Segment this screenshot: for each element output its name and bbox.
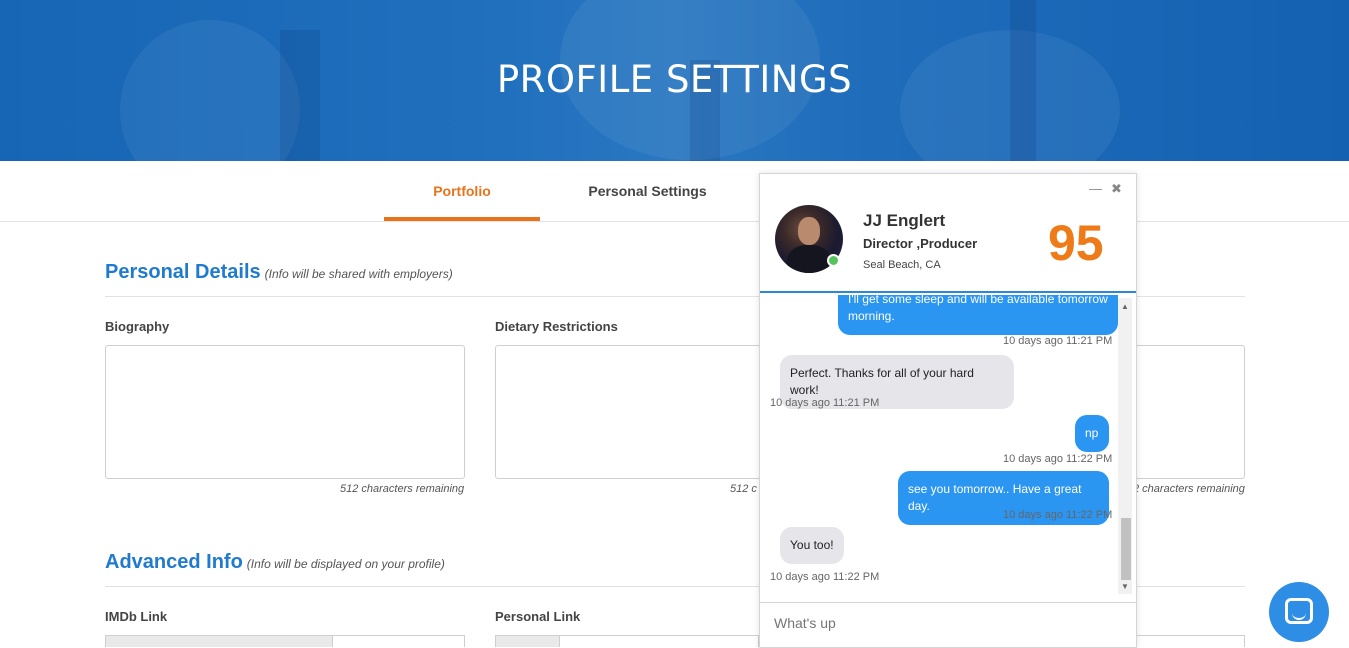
third-char-count: 2 characters remaining	[1133, 483, 1245, 495]
scroll-up-icon[interactable]: ▲	[1121, 302, 1129, 311]
third-link-input[interactable]	[1136, 635, 1245, 647]
chat-scrollbar[interactable]: ▲ ▼	[1118, 298, 1132, 594]
dietary-char-count: 512 c	[730, 483, 757, 495]
imdb-link-input[interactable]	[332, 635, 465, 647]
imdb-prefix	[105, 635, 333, 647]
advanced-info-title: Advanced Info	[105, 551, 243, 573]
contact-score: 95	[1048, 215, 1104, 271]
message-timestamp: 10 days ago 11:21 PM	[770, 397, 880, 409]
personal-link-prefix	[495, 635, 560, 647]
personal-details-title: Personal Details	[105, 261, 261, 283]
personal-link-label: Personal Link	[495, 609, 581, 624]
tab-portfolio[interactable]: Portfolio	[384, 161, 540, 221]
close-icon[interactable]: ✖	[1111, 182, 1122, 196]
tab-bar: Portfolio Personal Settings	[0, 161, 1349, 222]
third-textarea[interactable]	[1130, 345, 1245, 479]
chat-header: — ✖ JJ Englert Director ,Producer Seal B…	[760, 174, 1136, 293]
hero-banner: PROFILE SETTINGS	[0, 0, 1349, 161]
chat-panel: — ✖ JJ Englert Director ,Producer Seal B…	[759, 173, 1137, 648]
scroll-down-icon[interactable]: ▼	[1121, 582, 1129, 591]
message-timestamp: 10 days ago 11:21 PM	[1003, 335, 1113, 347]
contact-role: Director ,Producer	[863, 236, 978, 251]
tab-personal-settings[interactable]: Personal Settings	[575, 161, 720, 221]
chat-icon	[1285, 598, 1313, 624]
page-title: PROFILE SETTINGS	[496, 58, 853, 101]
minimize-icon[interactable]: —	[1089, 182, 1102, 196]
personal-details-note: (Info will be shared with employers)	[264, 267, 453, 281]
advanced-info-note: (Info will be displayed on your profile)	[246, 557, 445, 571]
message-timestamp: 10 days ago 11:22 PM	[1003, 453, 1113, 465]
personal-link-input[interactable]	[559, 635, 759, 647]
message-timestamp: 10 days ago 11:22 PM	[1003, 509, 1113, 521]
message-list[interactable]: I'll get some sleep and will be availabl…	[760, 295, 1136, 600]
dietary-restrictions-textarea[interactable]	[495, 345, 765, 479]
online-status-icon	[827, 254, 840, 267]
biography-textarea[interactable]	[105, 345, 465, 479]
message-input[interactable]	[774, 615, 1114, 631]
contact-location: Seal Beach, CA	[863, 259, 941, 271]
dietary-restrictions-label: Dietary Restrictions	[495, 319, 618, 334]
imdb-link-label: IMDb Link	[105, 609, 168, 624]
message-bubble-outgoing: I'll get some sleep and will be availabl…	[838, 295, 1118, 335]
compose-area	[760, 602, 1136, 648]
message-bubble-outgoing: np	[1075, 415, 1109, 452]
biography-char-count: 512 characters remaining	[340, 483, 465, 495]
advanced-info-heading: Advanced Info (Info will be displayed on …	[105, 551, 445, 574]
contact-name: JJ Englert	[863, 211, 946, 230]
biography-label: Biography	[105, 319, 170, 334]
messenger-launcher-button[interactable]	[1269, 582, 1329, 642]
message-bubble-incoming: You too!	[780, 527, 844, 564]
scrollbar-thumb[interactable]	[1121, 518, 1131, 580]
personal-details-heading: Personal Details (Info will be shared wit…	[105, 261, 453, 284]
message-timestamp: 10 days ago 11:22 PM	[770, 571, 880, 583]
